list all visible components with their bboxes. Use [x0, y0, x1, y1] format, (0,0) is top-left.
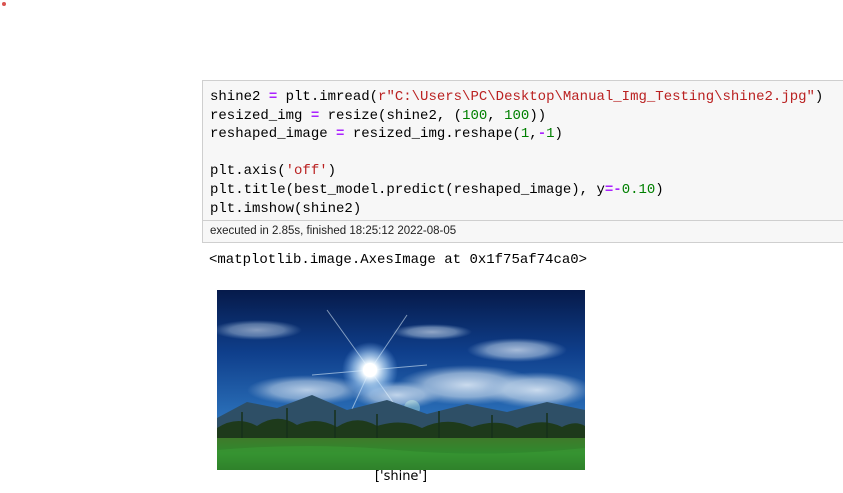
code-token: 1	[546, 126, 555, 143]
code-cell-input[interactable]: shine2 = plt.imread(r"C:\Users\PC\Deskto…	[202, 80, 843, 221]
code-token: ,	[487, 107, 505, 124]
output-repr-text: <matplotlib.image.AxesImage at 0x1f75af7…	[209, 252, 588, 268]
code-token: reshaped_image	[210, 126, 337, 143]
code-token: =-	[604, 181, 622, 198]
code-token: )	[554, 126, 563, 143]
code-line[interactable]: plt.title(best_model.predict(reshaped_im…	[210, 181, 823, 200]
code-token: 'off'	[285, 163, 328, 180]
code-token: resize(shine2, (	[319, 107, 463, 124]
code-token: shine2	[210, 89, 269, 105]
code-token: r"C:\Users\PC\Desktop\Manual_Img_Testing…	[378, 89, 815, 105]
code-line[interactable]	[210, 144, 823, 163]
code-token: )	[327, 163, 337, 180]
code-token: plt.axis(	[210, 163, 286, 180]
code-token: plt.title(best_model.predict(reshaped_im…	[210, 181, 605, 198]
code-token: )	[814, 89, 824, 105]
code-editor[interactable]: shine2 = plt.imread(r"C:\Users\PC\Deskto…	[210, 88, 823, 218]
code-line[interactable]: shine2 = plt.imread(r"C:\Users\PC\Deskto…	[210, 88, 823, 107]
code-token: resized_img	[210, 107, 311, 124]
code-token: =	[310, 107, 320, 124]
code-token: ))	[529, 107, 547, 124]
code-token: ,	[529, 126, 538, 143]
code-token: )	[655, 181, 664, 198]
plot-image-landscape	[217, 290, 585, 470]
code-token: =	[268, 89, 278, 105]
landscape-image	[217, 290, 585, 470]
code-token: 100	[462, 107, 488, 124]
code-token: resized_img.reshape(	[344, 126, 521, 143]
code-line[interactable]: resized_img = resize(shine2, (100, 100))	[210, 107, 823, 126]
execution-status-text: executed in 2.85s, finished 18:25:12 202…	[210, 225, 457, 237]
code-token: plt.imshow(shine2)	[210, 200, 362, 217]
execution-time-bar: executed in 2.85s, finished 18:25:12 202…	[202, 221, 843, 243]
code-token: -	[537, 126, 547, 143]
kernel-indicator-dot	[2, 2, 6, 6]
code-token: 0.10	[621, 181, 656, 198]
plot-title: ['shine']	[374, 469, 428, 484]
code-line[interactable]: reshaped_image = resized_img.reshape(1,-…	[210, 125, 823, 144]
code-line[interactable]: plt.imshow(shine2)	[210, 200, 823, 219]
code-token: plt.imread(	[277, 89, 379, 105]
code-token: 100	[504, 107, 530, 124]
code-line[interactable]: plt.axis('off')	[210, 162, 823, 181]
